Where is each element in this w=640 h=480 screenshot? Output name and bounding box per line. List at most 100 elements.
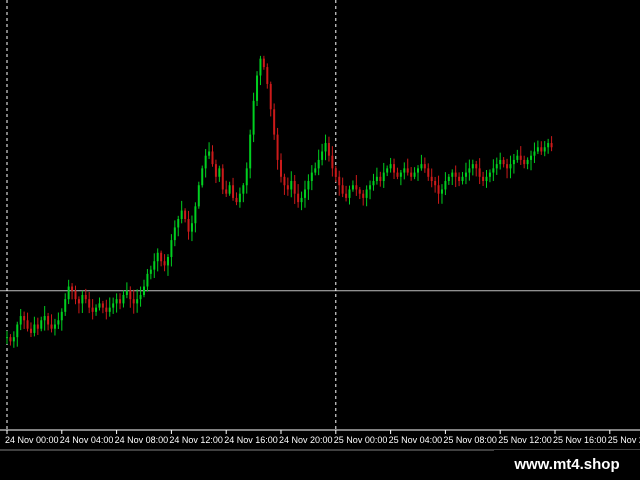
candle-body	[228, 185, 231, 194]
candle-body	[430, 176, 433, 182]
candle-body	[252, 100, 255, 135]
candle-body	[259, 58, 262, 76]
candle-body	[372, 181, 375, 186]
candle-body	[307, 181, 310, 190]
candle-body	[286, 185, 289, 190]
candle-body	[238, 193, 241, 203]
watermark-logo: www.mt4.shop	[494, 450, 640, 480]
candle-body	[526, 159, 529, 165]
candle-body	[225, 189, 228, 194]
candle-body	[12, 337, 15, 342]
candle-body	[33, 324, 36, 333]
x-tick-label: 24 Nov 20:00	[279, 435, 333, 445]
candle-body	[506, 164, 509, 169]
candle-body	[540, 147, 543, 152]
x-tick-label: 25 Nov 16:00	[553, 435, 607, 445]
candle-body	[379, 176, 382, 182]
candle-body	[550, 143, 553, 148]
candle-body	[262, 58, 265, 68]
candle-body	[314, 168, 317, 173]
candle-body	[338, 176, 341, 186]
candle-body	[180, 210, 183, 219]
x-tick-label: 24 Nov 16:00	[224, 435, 278, 445]
candle-body	[208, 151, 211, 156]
candle-body	[386, 168, 389, 173]
price-chart[interactable]: 24 Nov 00:00 24 Nov 04:00 24 Nov 08:00 24 N…	[0, 0, 640, 480]
candle-body	[427, 168, 430, 177]
candle-body	[36, 324, 39, 329]
candle-body	[74, 290, 77, 300]
candle-body	[509, 164, 512, 169]
candle-body	[351, 185, 354, 190]
candle-body	[245, 168, 248, 186]
candle-body	[177, 219, 180, 228]
candle-body	[396, 172, 399, 177]
candle-body	[512, 159, 515, 165]
candle-body	[115, 299, 118, 304]
candle-body	[369, 185, 372, 190]
candle-body	[523, 159, 526, 165]
candle-body	[499, 159, 502, 165]
candle-body	[440, 189, 443, 194]
candle-body	[173, 227, 176, 241]
candle-body	[23, 316, 26, 321]
candle-body	[492, 168, 495, 173]
x-tick-label: 25 Nov 20:00	[608, 435, 640, 445]
candle-body	[536, 147, 539, 152]
candle-body	[190, 223, 193, 232]
x-tick-label: 25 Nov 04:00	[389, 435, 443, 445]
candle-body	[488, 172, 491, 177]
candle-body	[417, 168, 419, 173]
candle-body	[530, 155, 533, 160]
candle-body	[482, 176, 485, 182]
candle-body	[156, 252, 159, 262]
candle-body	[67, 286, 70, 300]
candle-body	[478, 168, 481, 177]
candle-body	[29, 328, 32, 333]
candle-body	[235, 197, 238, 203]
candle-body	[533, 151, 536, 156]
candle-body	[184, 210, 187, 219]
candle-body	[519, 155, 522, 160]
candle-body	[119, 299, 122, 304]
candle-body	[321, 151, 324, 160]
candle-body	[122, 294, 125, 304]
candle-body	[88, 299, 91, 308]
candle-body	[197, 185, 200, 207]
candle-body	[403, 168, 406, 173]
candle-body	[382, 172, 385, 182]
candle-body	[273, 109, 276, 135]
candle-body	[47, 316, 50, 325]
candle-body	[280, 159, 282, 177]
candle-body	[475, 164, 478, 169]
candle-body	[136, 299, 139, 304]
candle-body	[221, 168, 224, 190]
candlestick-chart[interactable]: 24 Nov 00:00 24 Nov 04:00 24 Nov 08:00 24 N…	[0, 0, 640, 480]
candle-body	[423, 164, 426, 169]
candle-body	[365, 189, 368, 198]
candle-body	[375, 176, 378, 182]
candle-body	[293, 181, 296, 194]
candle-body	[16, 324, 19, 338]
candle-body	[434, 181, 437, 186]
candle-body	[334, 168, 337, 177]
candle-body	[362, 193, 365, 198]
candle-body	[153, 261, 156, 270]
candle-body	[461, 176, 464, 182]
candle-body	[471, 164, 474, 169]
candle-body	[64, 299, 67, 312]
candle-body	[163, 261, 166, 266]
x-tick-label: 25 Nov 00:00	[334, 435, 388, 445]
x-tick-label: 25 Nov 08:00	[443, 435, 497, 445]
candle-body	[468, 168, 471, 173]
candle-body	[266, 67, 269, 84]
candle-body	[290, 181, 293, 190]
candle-body	[249, 134, 252, 169]
candle-body	[502, 159, 505, 165]
candle-body	[125, 290, 128, 295]
candle-body	[451, 172, 454, 177]
candle-body	[9, 337, 12, 342]
candle-body	[71, 286, 74, 291]
candle-body	[204, 155, 207, 169]
candle-body	[317, 159, 320, 169]
